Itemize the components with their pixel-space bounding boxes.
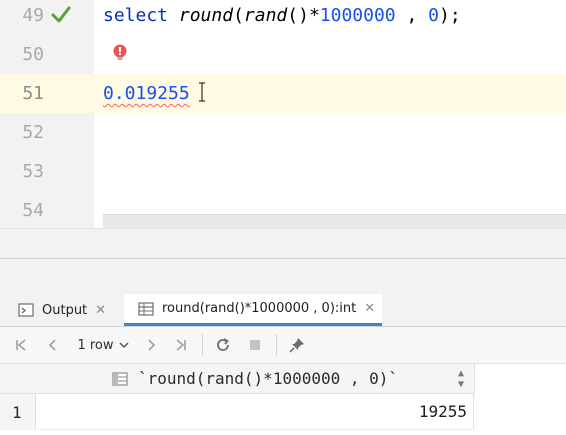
editor-line-50[interactable]: 50 [0,35,566,74]
close-icon[interactable]: ✕ [364,301,375,316]
horizontal-scrollbar[interactable] [103,214,566,228]
last-page-icon[interactable] [170,334,192,356]
prev-page-icon[interactable] [42,334,64,356]
close-icon[interactable]: ✕ [95,303,106,318]
column-icon [112,371,128,386]
results-tab-bar: Output ✕ round(rand()*1000000 , 0):int ✕ [0,294,566,327]
column-header[interactable]: `round(rand()*1000000 , 0)` ▲ ▼ [36,364,475,394]
line-number: 51 [22,83,44,104]
row-number[interactable]: 1 [0,394,36,430]
chevron-down-icon [119,342,129,348]
sort-icon[interactable]: ▲ ▼ [458,368,464,390]
toolbar-divider [202,334,203,356]
next-page-icon[interactable] [140,334,162,356]
editor-bottom-band [0,228,566,259]
editor-line-52[interactable]: 52 [0,113,566,152]
line-number: 49 [22,5,44,26]
editor-line-53[interactable]: 53 [0,152,566,191]
first-page-icon[interactable] [10,334,32,356]
line-number: 50 [22,44,44,65]
text-cursor-icon [199,82,205,102]
check-icon[interactable] [50,5,72,25]
line-number: 53 [22,161,44,182]
result-text[interactable]: 0.019255 [103,74,190,113]
sql-query[interactable]: select round(rand()*1000000 , 0); [103,0,461,35]
tab-label: Output [42,302,88,318]
tab-label: round(rand()*1000000 , 0):int [162,301,357,316]
result-grid[interactable]: `round(rand()*1000000 , 0)` ▲ ▼ 1 19255 [0,364,566,435]
grid-corner[interactable] [0,364,37,394]
panel-splitter[interactable] [0,258,566,295]
output-icon [18,303,34,317]
stop-icon[interactable] [244,334,266,356]
sql-editor[interactable]: 49 select round(rand()*1000000 , 0); 50 … [0,0,566,228]
tab-output[interactable]: Output ✕ [18,294,124,326]
results-toolbar: 1 row [0,327,566,364]
line-number: 52 [22,122,44,143]
rows-label: 1 row [77,337,114,353]
table-icon [138,301,154,316]
rows-dropdown[interactable]: 1 row [74,334,132,356]
tab-query-result[interactable]: round(rand()*1000000 , 0):int ✕ [124,294,382,326]
line-number: 54 [22,200,44,221]
pin-icon[interactable] [286,334,308,356]
toolbar-divider [276,334,277,356]
bulb-icon[interactable] [112,42,128,66]
table-cell[interactable]: 19255 [37,394,474,430]
refresh-icon[interactable] [212,334,234,356]
editor-line-51[interactable]: 51 0.019255 [0,74,566,113]
editor-line-49[interactable]: 49 select round(rand()*1000000 , 0); [0,0,566,35]
column-header-label: `round(rand()*1000000 , 0)` [137,369,399,388]
